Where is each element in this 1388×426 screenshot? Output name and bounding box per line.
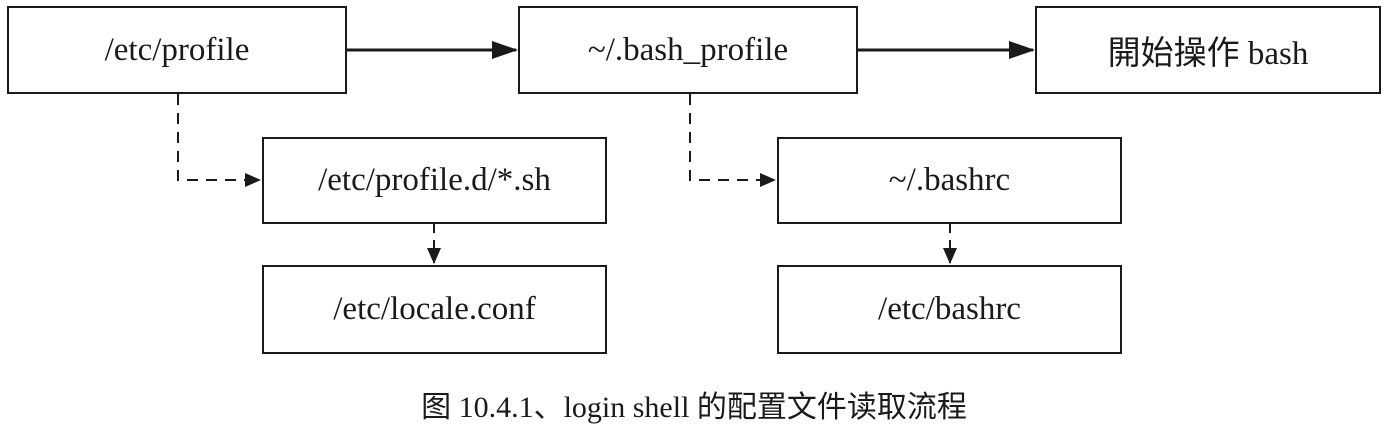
node-etc-bashrc: /etc/bashrc bbox=[777, 265, 1122, 354]
node-profile-d-label: /etc/profile.d/*.sh bbox=[318, 162, 551, 198]
node-etc-profile-label: /etc/profile bbox=[104, 31, 250, 68]
figure-caption: 图 10.4.1、login shell 的配置文件读取流程 bbox=[421, 391, 967, 424]
node-bashrc-user: ~/.bashrc bbox=[777, 137, 1122, 224]
login-shell-flow-diagram: /etc/profile ~/.bash_profile 開始操作 bash /… bbox=[0, 0, 1388, 426]
node-etc-bashrc-label: /etc/bashrc bbox=[878, 291, 1021, 327]
node-start-bash: 開始操作 bash bbox=[1035, 6, 1381, 94]
node-locale-conf: /etc/locale.conf bbox=[262, 265, 607, 354]
edge-profile-to-profile-d bbox=[177, 94, 261, 187]
node-locale-conf-label: /etc/locale.conf bbox=[333, 291, 536, 327]
node-profile-d: /etc/profile.d/*.sh bbox=[262, 137, 607, 224]
node-bash-profile: ~/.bash_profile bbox=[518, 6, 858, 94]
node-bashrc-user-label: ~/.bashrc bbox=[888, 162, 1011, 198]
node-etc-profile: /etc/profile bbox=[7, 6, 347, 94]
node-bash-profile-label: ~/.bash_profile bbox=[587, 31, 789, 68]
node-start-bash-label: 開始操作 bash bbox=[1107, 36, 1309, 72]
edge-bash-profile-to-bashrc bbox=[689, 94, 776, 187]
